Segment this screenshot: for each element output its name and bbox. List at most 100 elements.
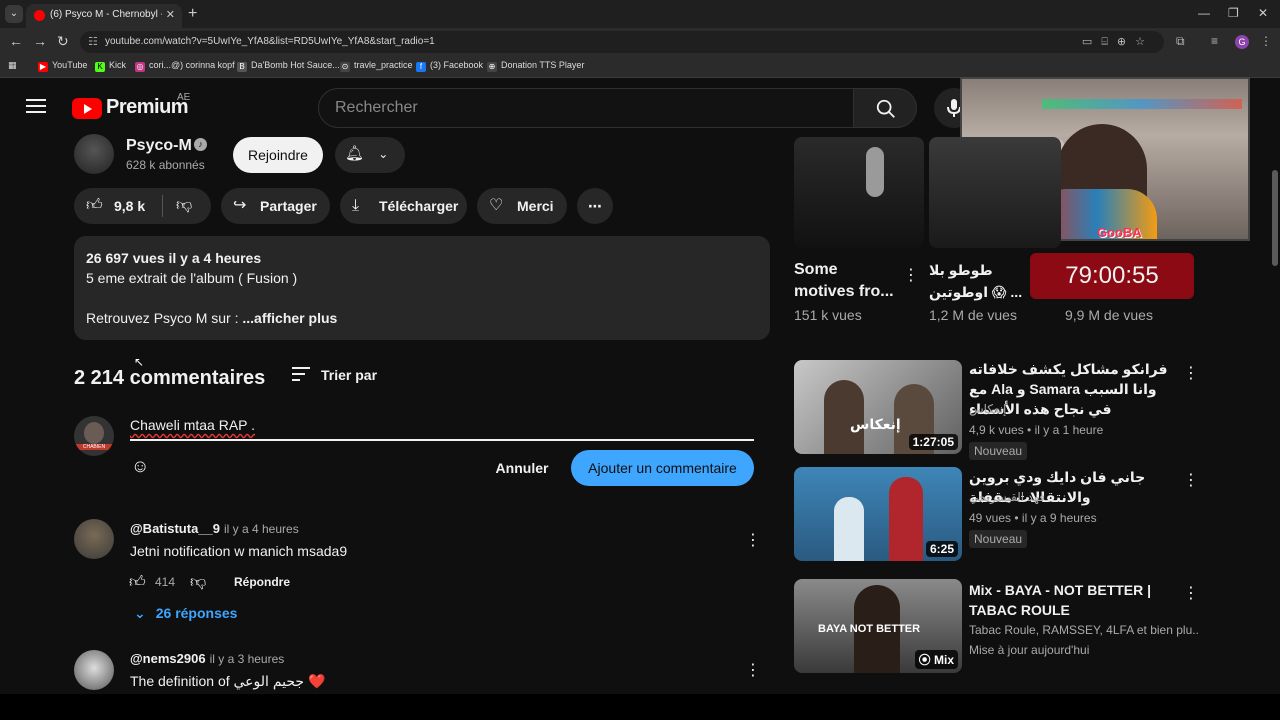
comment-author[interactable]: @Batistuta__9 il y a 4 heures xyxy=(130,521,299,536)
video-channel[interactable]: Tabac Roule, RAMSSEY, 4LFA et bien plu..… xyxy=(969,623,1199,637)
close-window-icon[interactable]: ✕ xyxy=(1258,6,1268,20)
video-menu-icon[interactable]: ⋮ xyxy=(1183,363,1199,383)
notification-button[interactable]: 🔔︎ ⌄ xyxy=(335,137,405,173)
forward-icon[interactable]: → xyxy=(33,33,47,49)
new-tab-icon[interactable]: + xyxy=(188,5,197,23)
search-button[interactable] xyxy=(853,88,917,128)
join-button[interactable]: Rejoindre xyxy=(233,137,323,173)
search-input[interactable]: Rechercher xyxy=(318,88,854,128)
menu-icon[interactable] xyxy=(26,99,46,113)
sort-button[interactable]: Trier par xyxy=(321,367,377,383)
thanks-button[interactable]: ♡ Merci xyxy=(477,188,567,224)
comment-draft: Chaweli mtaa RAP . xyxy=(130,417,256,433)
short-menu-icon[interactable]: ⋮ xyxy=(903,265,919,285)
comment-author[interactable]: @nems2906 il y a 3 heures xyxy=(130,651,284,666)
heart-dollar-icon: ♡ xyxy=(489,197,504,214)
download-button[interactable]: ⤓ Télécharger xyxy=(340,188,467,224)
maximize-icon[interactable]: ❐ xyxy=(1228,6,1239,20)
emoji-icon[interactable]: ☺ xyxy=(131,456,149,477)
reload-icon[interactable]: ↻ xyxy=(57,33,69,50)
channel-avatar[interactable] xyxy=(74,134,114,174)
share-button[interactable]: ↪ Partager xyxy=(221,188,330,224)
bookmark-facebook[interactable]: f (3) Facebook xyxy=(416,60,483,72)
site-info-icon[interactable]: ☷ xyxy=(88,35,98,48)
webcam-tag: GooBA xyxy=(1097,225,1142,240)
reply-button[interactable]: Répondre xyxy=(234,575,290,589)
comment-count: 2 214 commentaires xyxy=(74,367,266,389)
more-horizontal-icon: ⋯ xyxy=(588,198,602,214)
video-menu-icon[interactable]: ⋮ xyxy=(1183,583,1199,603)
profile-avatar[interactable]: G xyxy=(1235,35,1249,49)
url-text[interactable]: youtube.com/watch?v=5UwIYe_YfA8&list=RD5… xyxy=(105,36,435,47)
video-thumbnail[interactable]: إنعكاس 1:27:05 xyxy=(794,360,962,454)
short-title[interactable]: طوطو بلا اوطوتين 😱 ... xyxy=(929,259,1022,303)
youtube-logo-icon[interactable] xyxy=(72,98,102,119)
short-thumbnail[interactable] xyxy=(794,137,924,248)
comment-input[interactable]: Chaweli mtaa RAP . xyxy=(130,417,754,441)
apps-icon[interactable]: ▦ xyxy=(8,60,17,71)
add-comment-button[interactable]: Ajouter un commentaire xyxy=(571,450,754,486)
comment-like-count: 414 xyxy=(155,575,176,589)
video-channel[interactable]: فهد القيسرنجي xyxy=(969,490,1045,504)
omnibox[interactable]: ☷ youtube.com/watch?v=5UwIYe_YfA8&list=R… xyxy=(80,31,1164,53)
thumbnail-text: إنعكاس xyxy=(850,416,901,432)
video-meta: Mise à jour aujourd'hui xyxy=(969,643,1090,657)
video-duration: 1:27:05 xyxy=(908,434,958,450)
comment-like-icon[interactable]: 👍︎ xyxy=(129,573,146,592)
view-count-date: 26 697 vues il y a 4 heures xyxy=(86,250,262,266)
like-count[interactable]: 9,8 k xyxy=(114,188,145,224)
cancel-button[interactable]: Annuler xyxy=(486,450,558,486)
bookmark-travle[interactable]: ⊙ travle_practice xyxy=(340,60,413,72)
comment-text: Jetni notification w manich msada9 xyxy=(130,543,348,559)
comment-dislike-icon[interactable]: 👎︎ xyxy=(190,573,206,592)
youtube-favicon-icon xyxy=(34,10,45,21)
description-box[interactable]: 26 697 vues il y a 4 heures 5 eme extrai… xyxy=(74,236,770,340)
video-thumbnail[interactable]: BAYA NOT BETTER ⦿ Mix xyxy=(794,579,962,673)
show-more-link[interactable]: ...afficher plus xyxy=(239,310,337,326)
comment-menu-icon[interactable]: ⋮ xyxy=(745,660,761,680)
bookmark-donation[interactable]: ⊕ Donation TTS Player xyxy=(487,60,584,72)
reading-list-icon[interactable]: ≡ xyxy=(1211,34,1218,48)
verified-icon: ♪ xyxy=(194,138,207,151)
comment-avatar[interactable] xyxy=(74,650,114,690)
logo-text[interactable]: Premium xyxy=(106,96,189,119)
thumbnail-text: BAYA NOT BETTER xyxy=(818,623,921,635)
sort-icon[interactable] xyxy=(292,367,310,385)
back-icon[interactable]: ← xyxy=(9,33,23,49)
chevron-down-icon: ⌄ xyxy=(378,147,389,161)
comment-menu-icon[interactable]: ⋮ xyxy=(745,530,761,550)
bookmark-dabomb[interactable]: B Da'Bomb Hot Sauce... xyxy=(237,60,340,72)
short-title[interactable]: Some motives fro... xyxy=(794,259,894,303)
tab-search-button[interactable]: ⌄ xyxy=(5,5,23,23)
chrome-menu-icon[interactable]: ⋮ xyxy=(1260,34,1272,48)
video-title[interactable]: Mix - BAYA - NOT BETTER | TABAC ROULE xyxy=(969,580,1175,620)
short-thumbnail[interactable] xyxy=(929,137,1061,248)
share-label: Partager xyxy=(260,198,317,214)
short-views: 9,9 M de vues xyxy=(1065,307,1153,323)
bookmark-youtube[interactable]: ▶ YouTube xyxy=(38,60,87,72)
my-avatar-label: CHABIEN xyxy=(76,444,112,450)
comment-avatar[interactable] xyxy=(74,519,114,559)
channel-name[interactable]: Psyco-M xyxy=(126,137,192,155)
like-divider xyxy=(162,195,163,217)
close-tab-icon[interactable]: ✕ xyxy=(166,8,175,21)
view-replies-button[interactable]: ⌄ 26 réponses xyxy=(134,605,237,622)
comment-time: il y a 3 heures xyxy=(209,652,285,666)
bookmark-corinna[interactable]: ◎ cori...@) corinna kopf xyxy=(135,60,235,72)
like-icon[interactable]: 👍︎ xyxy=(86,188,103,224)
more-actions-button[interactable]: ⋯ xyxy=(577,188,613,224)
video-channel[interactable]: إنعكاس xyxy=(969,402,1006,416)
dislike-icon[interactable]: 👎︎ xyxy=(176,188,192,224)
like-dislike-group: 👍︎ 9,8 k 👎︎ xyxy=(74,188,211,224)
download-label: Télécharger xyxy=(379,198,459,214)
minimize-icon[interactable]: — xyxy=(1198,6,1210,20)
browser-tab[interactable]: (6) Psyco M - Chernobyl - YouTube ✕ xyxy=(26,4,182,28)
extensions-icon[interactable]: ⧉ xyxy=(1176,34,1185,49)
mix-icon: ⦿ xyxy=(918,653,934,667)
bookmark-kick[interactable]: K Kick xyxy=(95,60,126,72)
omnibox-tools-icon[interactable]: ▭⌸⊕☆ xyxy=(1082,35,1154,49)
video-menu-icon[interactable]: ⋮ xyxy=(1183,470,1199,490)
scrollbar-thumb[interactable] xyxy=(1272,170,1278,266)
tab-title: (6) Psyco M - Chernobyl - YouTube xyxy=(50,9,162,20)
video-thumbnail[interactable]: 6:25 xyxy=(794,467,962,561)
